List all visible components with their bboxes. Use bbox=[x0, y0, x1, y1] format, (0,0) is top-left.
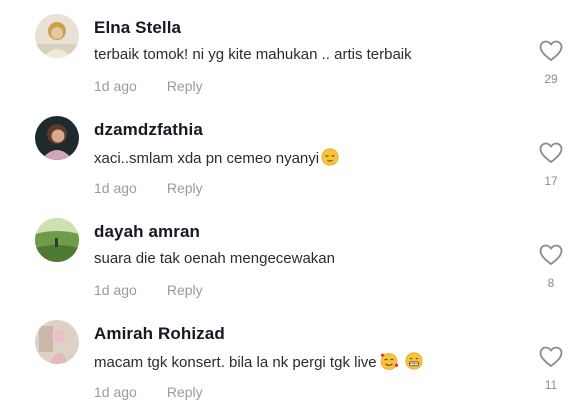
avatar[interactable] bbox=[35, 320, 79, 364]
reply-button[interactable]: Reply bbox=[167, 282, 203, 298]
timestamp: 1d ago bbox=[94, 282, 137, 298]
comment-meta: 1d ago Reply bbox=[94, 180, 203, 196]
heart-icon[interactable] bbox=[539, 244, 563, 266]
comment-text: terbaik tomok! ni yg kite mahukan .. art… bbox=[94, 46, 412, 63]
reply-button[interactable]: Reply bbox=[167, 180, 203, 196]
comment-item: Amirah Rohizad macam tgk konsert. bila l… bbox=[0, 306, 585, 408]
comment-item: Elna Stella terbaik tomok! ni yg kite ma… bbox=[0, 0, 585, 102]
reply-button[interactable]: Reply bbox=[167, 384, 203, 400]
avatar[interactable] bbox=[35, 14, 79, 58]
heart-icon[interactable] bbox=[539, 40, 563, 62]
comment-meta: 1d ago Reply bbox=[94, 78, 203, 94]
reply-button[interactable]: Reply bbox=[167, 78, 203, 94]
grinning-face-icon bbox=[405, 352, 423, 374]
comment-item: dzamdzfathia xaci..smlam xda pn cemeo ny… bbox=[0, 102, 585, 204]
timestamp: 1d ago bbox=[94, 180, 137, 196]
like-count: 11 bbox=[544, 378, 558, 392]
heart-icon[interactable] bbox=[539, 346, 563, 368]
relieved-face-icon bbox=[321, 148, 339, 170]
like-count: 29 bbox=[544, 72, 558, 86]
comment-item: dayah amran suara die tak oenah mengecew… bbox=[0, 204, 585, 306]
comment-text: suara die tak oenah mengecewakan bbox=[94, 250, 335, 267]
avatar[interactable] bbox=[35, 116, 79, 160]
heart-icon[interactable] bbox=[539, 142, 563, 164]
timestamp: 1d ago bbox=[94, 384, 137, 400]
username[interactable]: Amirah Rohizad bbox=[94, 324, 225, 344]
comment-meta: 1d ago Reply bbox=[94, 282, 203, 298]
username[interactable]: dzamdzfathia bbox=[94, 120, 203, 140]
like-count: 17 bbox=[544, 174, 558, 188]
smiling-face-with-hearts-icon bbox=[379, 352, 399, 374]
username[interactable]: Elna Stella bbox=[94, 18, 181, 38]
comment-meta: 1d ago Reply bbox=[94, 384, 203, 400]
avatar[interactable] bbox=[35, 218, 79, 262]
like-count: 8 bbox=[547, 276, 555, 290]
username[interactable]: dayah amran bbox=[94, 222, 200, 242]
comment-text: xaci..smlam xda pn cemeo nyanyi bbox=[94, 148, 339, 170]
timestamp: 1d ago bbox=[94, 78, 137, 94]
comment-text: macam tgk konsert. bila la nk pergi tgk … bbox=[94, 352, 423, 374]
